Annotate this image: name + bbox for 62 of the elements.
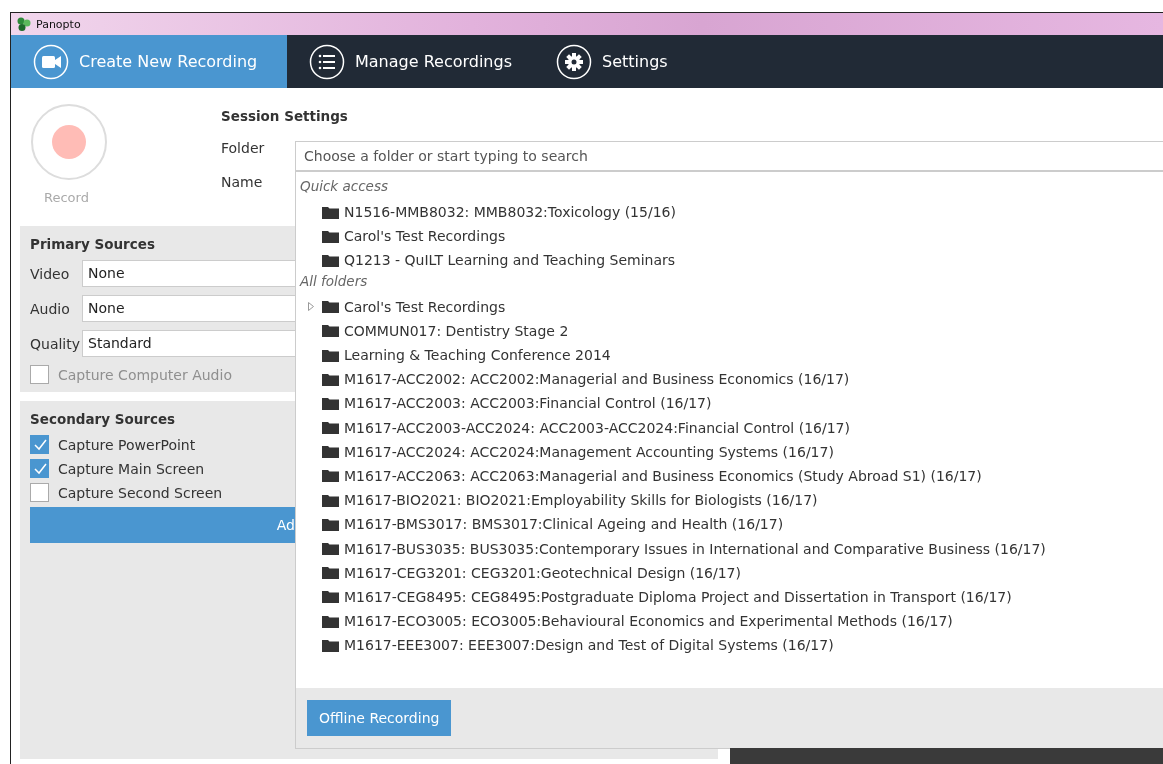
record-label: Record <box>44 190 89 205</box>
folder-icon <box>322 566 339 580</box>
folder-icon <box>322 253 339 267</box>
section-heading: All folders <box>300 272 369 291</box>
panel-title: Primary Sources <box>30 236 155 252</box>
folder-item[interactable]: M1617-CEG3201: CEG3201:Geotechnical Design (16/17) <box>344 564 741 581</box>
folder-item[interactable]: M1617-ACC2063: ACC2063:Managerial and Business Economics (Study Abroad S1) (16/17) <box>344 467 982 484</box>
checkbox[interactable] <box>30 459 49 478</box>
folder-item[interactable]: M1617-ACC2024: ACC2024:Management Accounting Systems (16/17) <box>344 443 834 460</box>
folder-item[interactable]: COMMUN017: Dentistry Stage 2 <box>344 322 569 339</box>
folder-item[interactable]: M1617-BUS3035: BUS3035:Contemporary Issues in International and Comparative Business (16/17) <box>344 540 1046 557</box>
video-camera-icon <box>33 43 69 80</box>
folder-item[interactable]: M1617-BMS3017: BMS3017:Clinical Ageing and Health (16/17) <box>344 516 784 533</box>
checkbox-label: Capture Main Screen <box>58 460 205 477</box>
folder-icon <box>322 421 339 435</box>
folder-icon <box>322 205 339 219</box>
folder-icon <box>322 517 339 531</box>
nav-tab[interactable]: Settings <box>534 35 690 88</box>
folder-item[interactable]: M1617-ACC2003-ACC2024: ACC2003-ACC2024:Financial Control (16/17) <box>344 419 850 436</box>
folder-icon <box>322 372 339 386</box>
panel-title: Secondary Sources <box>30 411 176 427</box>
folder-item[interactable]: Carol's Test Recordings <box>344 228 506 245</box>
app-logo-icon <box>17 17 31 31</box>
field-label: Audio <box>30 300 71 317</box>
folder-item[interactable]: M1617-BIO2021: BIO2021:Employability Skills for Biologists (16/17) <box>344 492 818 509</box>
folder-item[interactable]: M1617-ACC2002: ACC2002:Managerial and Business Economics (16/17) <box>344 371 850 388</box>
checkbox[interactable] <box>30 435 49 454</box>
folder-icon <box>322 493 339 507</box>
folder-item[interactable]: N1516-MMB8032: MMB8032:Toxicology (15/16) <box>344 204 676 221</box>
folder-item[interactable]: M1617-ECO3005: ECO3005:Behavioural Economics and Experimental Methods (16/17) <box>344 613 953 630</box>
expand-arrow-icon[interactable] <box>308 302 314 312</box>
folder-icon <box>322 348 339 362</box>
list-icon <box>309 43 345 80</box>
folder-item[interactable]: Q1213 - QuILT Learning and Teaching Seminars <box>344 252 676 269</box>
nav-tab[interactable]: Manage Recordings <box>287 35 534 88</box>
section-title: Session Settings <box>221 108 348 124</box>
checkbox-label: Capture PowerPoint <box>58 436 196 453</box>
field-label: Quality <box>30 335 82 352</box>
folder-icon <box>322 469 339 483</box>
folder-icon <box>322 229 339 243</box>
folder-icon <box>322 300 339 314</box>
checkbox-label: Capture Computer Audio <box>58 366 232 383</box>
folder-icon <box>322 396 339 410</box>
folder-item[interactable]: Carol's Test Recordings <box>344 298 506 315</box>
folder-icon <box>322 638 339 652</box>
folder-item[interactable]: Learning & Teaching Conference 2014 <box>344 347 611 364</box>
checkbox-label: Capture Second Screen <box>58 484 223 501</box>
field-label: Video <box>30 265 71 282</box>
folder-item[interactable]: M1617-CEG8495: CEG8495:Postgraduate Diploma Project and Dissertation in Transport (16/17) <box>344 588 1012 605</box>
folder-item[interactable]: M1617-EEE3007: EEE3007:Design and Test of Digital Systems (16/17) <box>344 637 834 654</box>
name-label: Name <box>221 174 263 191</box>
folder-icon <box>322 614 339 628</box>
settings-icon <box>556 43 592 80</box>
section-heading: Quick access <box>300 178 389 196</box>
folder-item[interactable]: M1617-ACC2003: ACC2003:Financial Control (16/17) <box>344 395 712 412</box>
folder-icon <box>322 324 339 338</box>
folder-label: Folder <box>221 140 265 157</box>
folder-icon <box>322 445 339 459</box>
checkbox[interactable] <box>30 483 49 502</box>
folder-icon <box>322 542 339 556</box>
folder-icon <box>322 590 339 604</box>
window-title: Panopto <box>36 17 81 31</box>
